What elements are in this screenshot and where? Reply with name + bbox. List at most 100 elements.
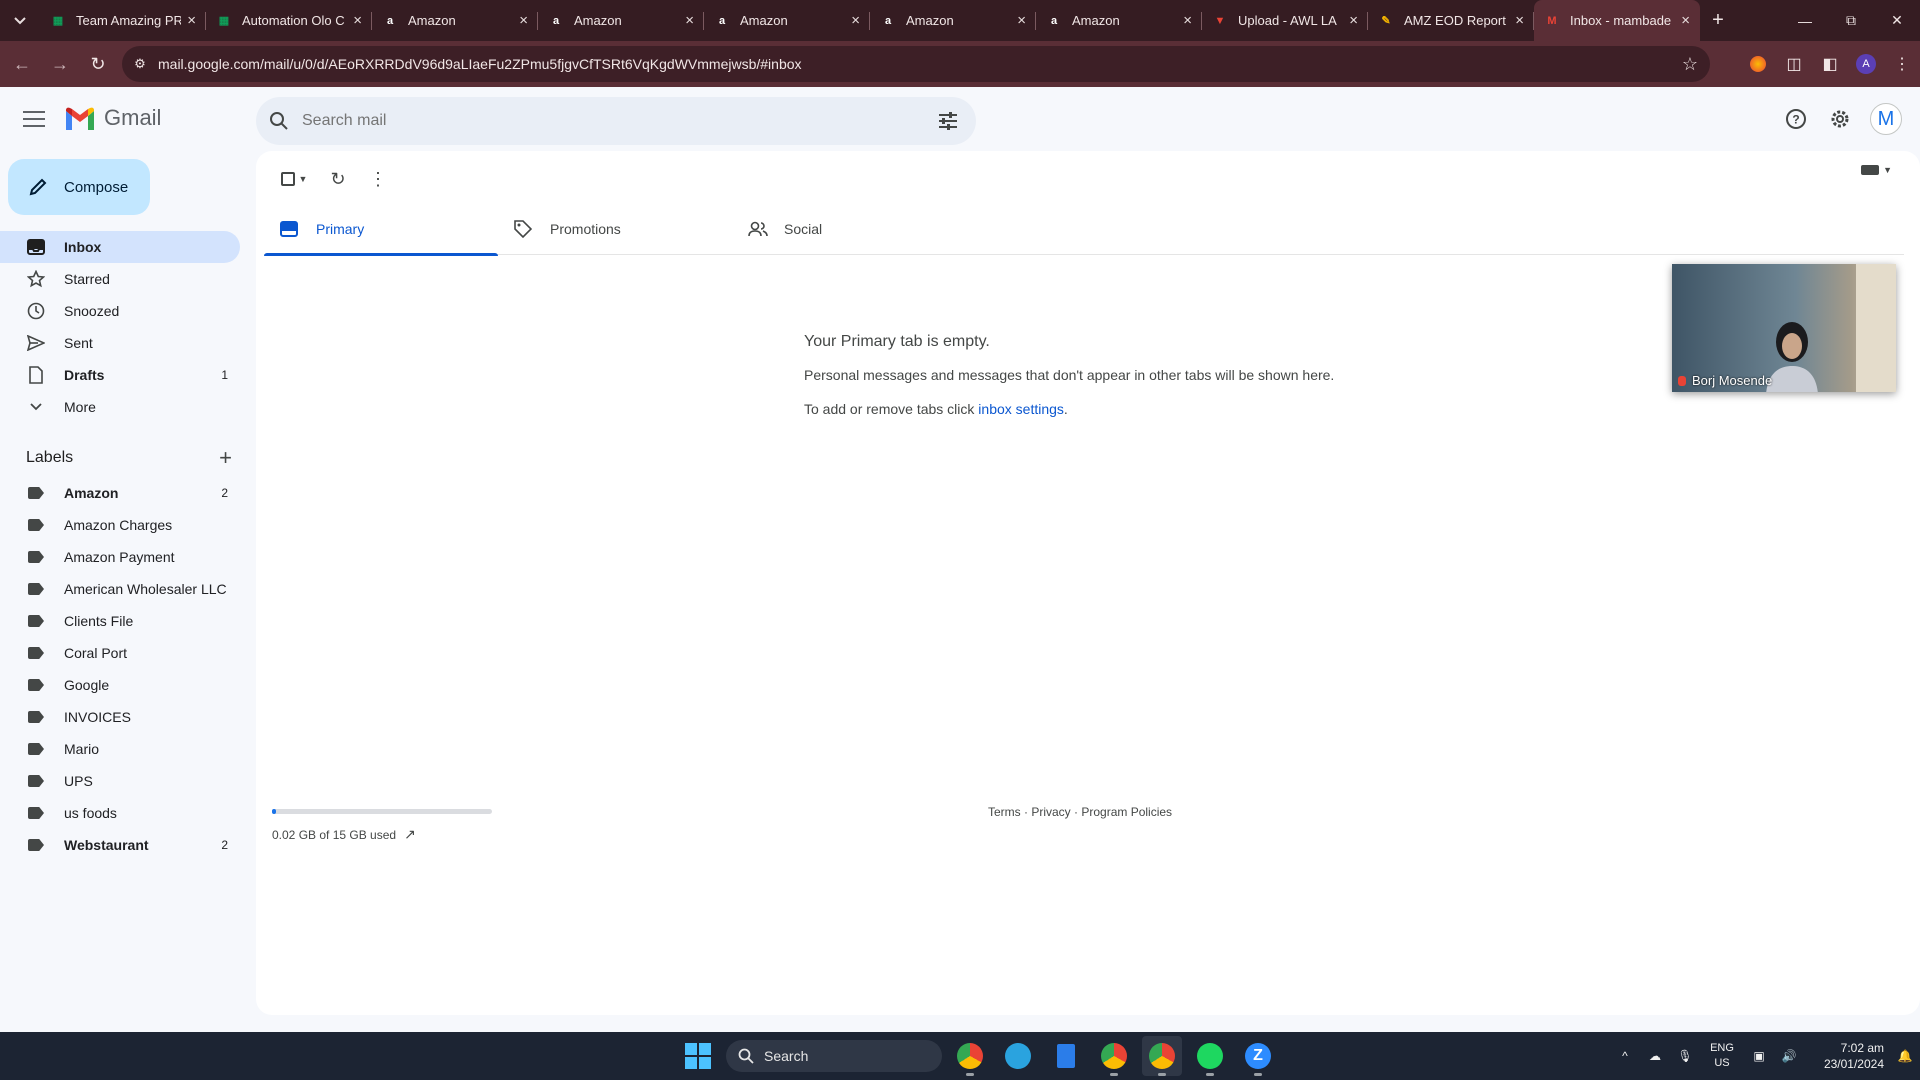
browser-tab[interactable]: a Amazon × xyxy=(1036,0,1202,41)
program-policies-link[interactable]: Program Policies xyxy=(1081,805,1172,819)
nav-item-sent[interactable]: Sent xyxy=(0,327,240,359)
close-window-button[interactable]: ✕ xyxy=(1874,0,1920,41)
label-item[interactable]: INVOICES xyxy=(0,701,240,733)
close-tab-icon[interactable]: × xyxy=(353,12,362,29)
chrome-profile-app[interactable] xyxy=(950,1036,990,1076)
search-options-icon[interactable] xyxy=(920,112,976,130)
browser-tab[interactable]: M Inbox - mambade × xyxy=(1534,0,1700,41)
browser-tab[interactable]: ▦ Team Amazing PR × xyxy=(40,0,206,41)
new-tab-button[interactable]: + xyxy=(1700,0,1736,41)
label-item[interactable]: American Wholesaler LLC xyxy=(0,573,240,605)
notifications-icon[interactable]: 🔔 xyxy=(1890,1049,1920,1063)
tab-primary[interactable]: Primary xyxy=(264,203,498,256)
back-button[interactable]: ← xyxy=(6,48,38,80)
privacy-link[interactable]: Privacy xyxy=(1031,805,1070,819)
zoom-app[interactable]: Z xyxy=(1238,1036,1278,1076)
browser-tab[interactable]: ▼ Upload - AWL LA × xyxy=(1202,0,1368,41)
browser-tab[interactable]: ▦ Automation Olo C × xyxy=(206,0,372,41)
browser-tab[interactable]: ✎ AMZ EOD Report × xyxy=(1368,0,1534,41)
label-item[interactable]: Coral Port xyxy=(0,637,240,669)
label-item[interactable]: Clients File xyxy=(0,605,240,637)
nav-item-more[interactable]: More xyxy=(0,391,240,423)
close-tab-icon[interactable]: × xyxy=(1681,12,1690,29)
tab-social[interactable]: Social xyxy=(732,203,966,255)
side-panel-icon[interactable]: ◧ xyxy=(1812,46,1848,82)
puzzle-icon[interactable]: ◫ xyxy=(1776,46,1812,82)
close-tab-icon[interactable]: × xyxy=(1515,12,1524,29)
help-icon[interactable]: ? xyxy=(1774,97,1818,141)
label-item[interactable]: Amazon Charges xyxy=(0,509,240,541)
restore-button[interactable]: ⧉ xyxy=(1828,0,1874,41)
label-item[interactable]: Google xyxy=(0,669,240,701)
terms-link[interactable]: Terms xyxy=(988,805,1021,819)
label-item[interactable]: Amazon 2 xyxy=(0,477,240,509)
site-info-icon[interactable]: ⚙ xyxy=(122,56,158,72)
telegram-app[interactable] xyxy=(998,1036,1038,1076)
browser-tab[interactable]: a Amazon × xyxy=(538,0,704,41)
close-tab-icon[interactable]: × xyxy=(1017,12,1026,29)
clock-icon xyxy=(26,302,46,320)
volume-icon[interactable]: 🔊 xyxy=(1774,1049,1804,1063)
chrome-app[interactable] xyxy=(1094,1036,1134,1076)
browser-tab[interactable]: a Amazon × xyxy=(870,0,1036,41)
language-indicator[interactable]: ENG US xyxy=(1700,1041,1744,1071)
spotify-app[interactable] xyxy=(1190,1036,1230,1076)
label-item[interactable]: UPS xyxy=(0,765,240,797)
bookmark-star-icon[interactable]: ☆ xyxy=(1670,54,1710,75)
tray-overflow-icon[interactable]: ^ xyxy=(1610,1049,1640,1063)
chrome-active-app[interactable] xyxy=(1142,1036,1182,1076)
tab-title: Automation Olo C xyxy=(242,13,345,28)
browser-menu-icon[interactable]: ⋮ xyxy=(1884,46,1920,82)
compose-button[interactable]: Compose xyxy=(8,159,150,215)
minimize-button[interactable]: — xyxy=(1782,0,1828,41)
nav-item-starred[interactable]: Starred xyxy=(0,263,240,295)
notepad-app[interactable] xyxy=(1046,1036,1086,1076)
extension-icon[interactable] xyxy=(1740,46,1776,82)
labels-list: Amazon 2 Amazon Charges Amazon Payment Ameri… xyxy=(0,477,240,861)
nav-item-snoozed[interactable]: Snoozed xyxy=(0,295,240,327)
network-icon[interactable]: ▣ xyxy=(1744,1049,1774,1063)
clock[interactable]: 7:02 am 23/01/2024 xyxy=(1804,1040,1890,1072)
forward-button[interactable]: → xyxy=(44,48,76,80)
cloud-icon[interactable]: ☁ xyxy=(1640,1049,1670,1063)
tab-search-button[interactable] xyxy=(0,0,40,41)
close-tab-icon[interactable]: × xyxy=(1183,12,1192,29)
search-icon[interactable] xyxy=(256,111,302,131)
main-menu-icon[interactable] xyxy=(20,107,48,131)
close-tab-icon[interactable]: × xyxy=(851,12,860,29)
account-avatar[interactable]: M xyxy=(1870,103,1902,135)
search-input[interactable] xyxy=(302,112,920,130)
tab-promotions[interactable]: Promotions xyxy=(498,203,732,255)
taskbar-search[interactable]: Search xyxy=(726,1040,942,1072)
label-icon xyxy=(26,743,46,755)
label-item[interactable]: Mario xyxy=(0,733,240,765)
open-external-icon[interactable]: ↗ xyxy=(404,826,416,843)
gmail-logo[interactable]: Gmail xyxy=(64,105,161,131)
select-all-checkbox[interactable]: ▼ xyxy=(270,159,318,199)
tag-icon xyxy=(514,220,534,238)
add-label-icon[interactable]: + xyxy=(219,445,232,471)
settings-gear-icon[interactable] xyxy=(1818,97,1862,141)
browser-tab[interactable]: a Amazon × xyxy=(372,0,538,41)
nav-item-drafts[interactable]: Drafts 1 xyxy=(0,359,240,391)
label-item[interactable]: us foods xyxy=(0,797,240,829)
empty-state: Your Primary tab is empty. Personal mess… xyxy=(804,333,1334,435)
microphone-icon[interactable]: 🎙 xyxy=(1670,1049,1700,1063)
refresh-icon[interactable]: ↻ xyxy=(318,159,358,199)
browser-tab[interactable]: a Amazon × xyxy=(704,0,870,41)
inbox-settings-link[interactable]: inbox settings xyxy=(978,401,1064,417)
nav-item-inbox[interactable]: Inbox xyxy=(0,231,240,263)
label-item[interactable]: Amazon Payment xyxy=(0,541,240,573)
profile-button[interactable]: A xyxy=(1848,46,1884,82)
close-tab-icon[interactable]: × xyxy=(1349,12,1358,29)
reload-button[interactable]: ↻ xyxy=(82,48,114,80)
input-tools-toggle[interactable]: ▼ xyxy=(1861,165,1892,175)
close-tab-icon[interactable]: × xyxy=(519,12,528,29)
address-bar[interactable]: ⚙ mail.google.com/mail/u/0/d/AEoRXRRDdV9… xyxy=(122,46,1710,82)
more-options-icon[interactable]: ⋮ xyxy=(358,159,398,199)
video-call-pip[interactable]: Borj Mosende xyxy=(1672,264,1896,392)
close-tab-icon[interactable]: × xyxy=(685,12,694,29)
label-item[interactable]: Webstaurant 2 xyxy=(0,829,240,861)
close-tab-icon[interactable]: × xyxy=(187,12,196,29)
start-button[interactable] xyxy=(678,1036,718,1076)
